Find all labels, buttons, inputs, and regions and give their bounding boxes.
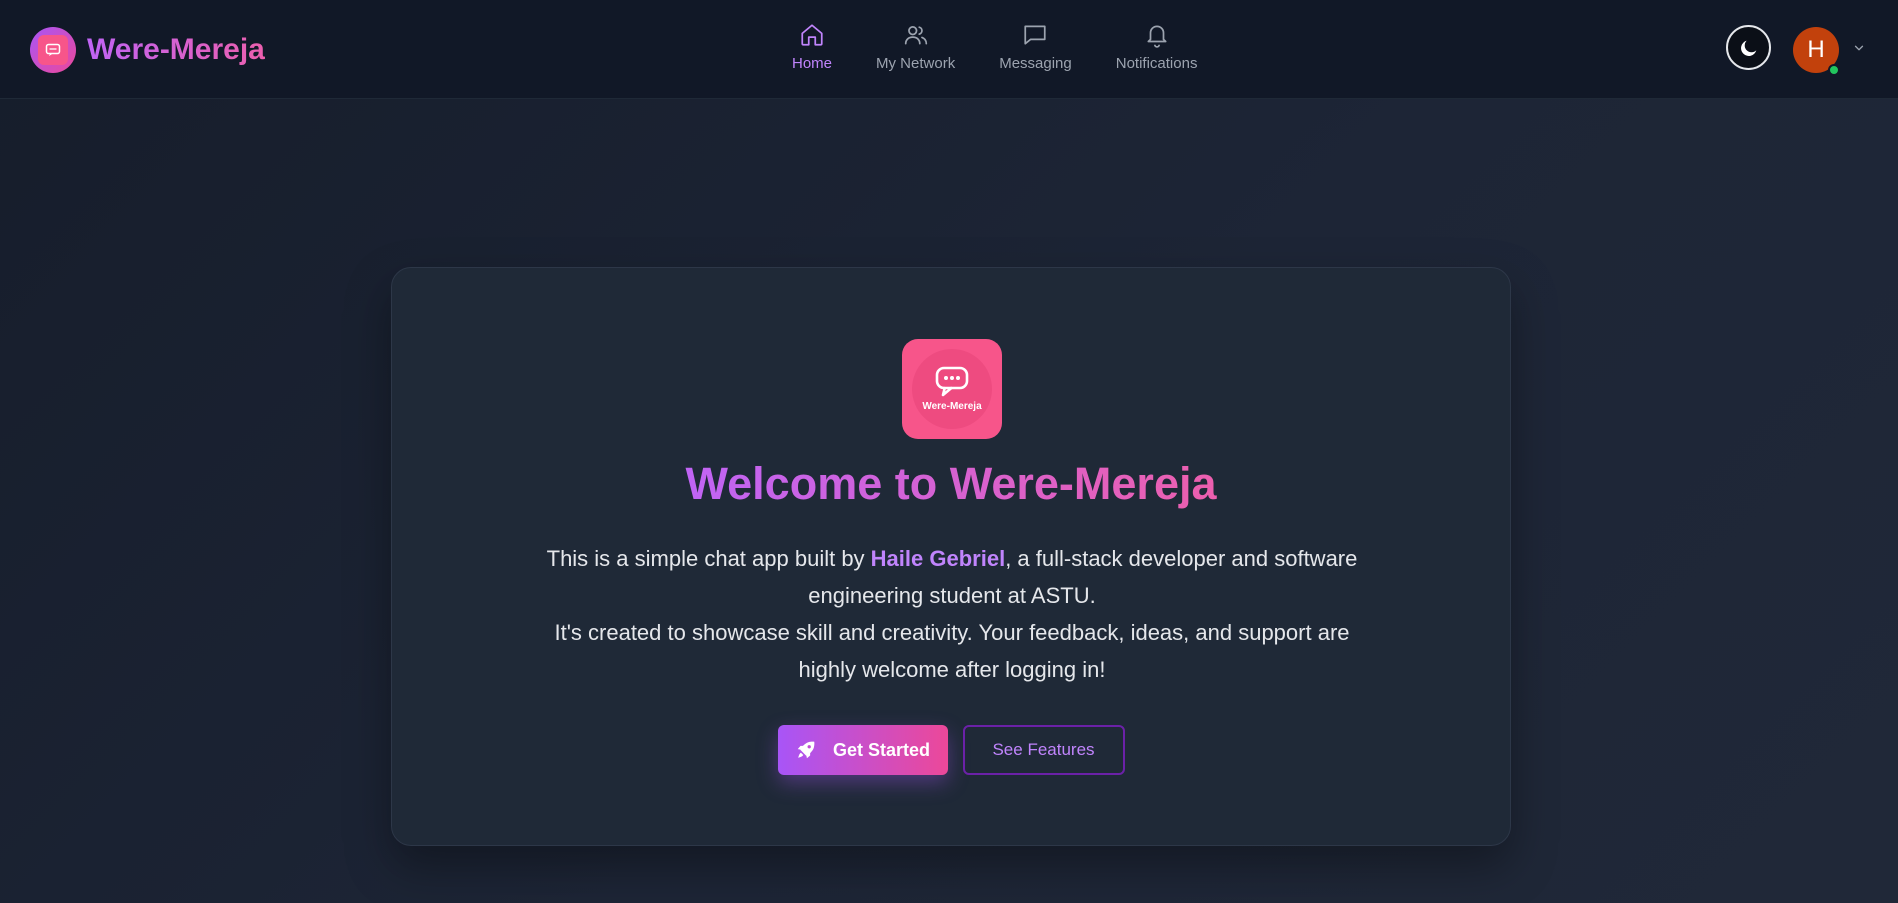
author-name: Haile Gebriel [870,546,1006,571]
app-logo-text: Were-Mereja [922,401,982,412]
home-icon [801,24,823,46]
theme-toggle-button[interactable] [1726,25,1771,70]
moon-icon [1740,40,1756,56]
get-started-label: Get Started [832,739,931,760]
description-paragraph-1: This is a simple chat app built by Haile… [532,540,1372,614]
intro-description: This is a simple chat app built by Haile… [532,540,1372,688]
app-logo-badge: Were-Mereja [912,349,992,429]
chat-bubble-icon [935,366,969,397]
nav-label-home: Home [792,55,833,72]
online-status-dot [1828,64,1840,76]
main-nav: Home My Network Messaging Notifications [770,22,1219,72]
page-title: Welcome to Were-Mereja [392,458,1510,510]
users-icon [904,26,927,45]
description-paragraph-2: It's created to showcase skill and creat… [554,620,1350,682]
chevron-down-icon[interactable] [1852,41,1866,55]
app-logo: Were-Mereja [902,339,1002,439]
nav-item-home[interactable]: Home [770,22,854,72]
brand[interactable]: Were-Mereja [30,27,265,73]
cta-buttons: Get Started See Features [392,725,1510,775]
welcome-card: Were-Mereja Welcome to Were-Mereja This … [391,267,1511,846]
brand-logo [30,27,76,73]
nav-item-notifications[interactable]: Notifications [1094,22,1220,72]
rocket-icon [797,741,815,759]
description-prefix: This is a simple chat app built by [546,546,871,571]
see-features-button[interactable]: See Features [962,725,1125,775]
nav-item-messaging[interactable]: Messaging [977,22,1094,72]
message-icon [1024,25,1047,45]
nav-item-my-network[interactable]: My Network [854,22,977,72]
nav-label-my-network: My Network [876,55,956,72]
nav-label-notifications: Notifications [1115,55,1198,72]
nav-label-messaging: Messaging [999,55,1072,72]
user-avatar-wrap: H [1793,27,1840,76]
bell-icon [1147,25,1167,48]
page-title-text: Welcome to Were-Mereja [685,458,1217,509]
top-navbar: Were-Mereja Home My Network Messaging No… [0,0,1898,99]
chat-bubble-icon [38,35,68,65]
brand-name: Were-Mereja [87,33,265,66]
get-started-button[interactable]: Get Started [777,725,948,775]
